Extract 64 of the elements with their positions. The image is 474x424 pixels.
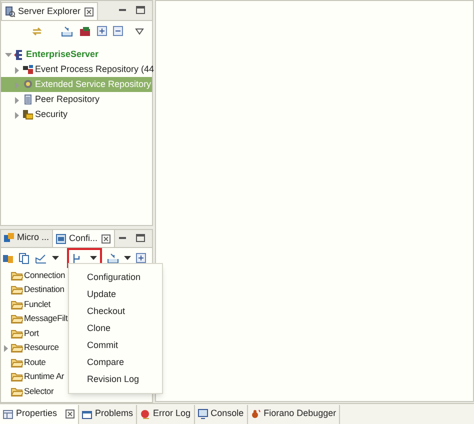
expand-all-icon[interactable] bbox=[136, 253, 146, 263]
maximize-icon[interactable] bbox=[135, 233, 146, 243]
collapse-all-icon[interactable] bbox=[113, 26, 123, 36]
tree-item[interactable]: Runtime Ar bbox=[24, 370, 64, 384]
console-icon bbox=[198, 409, 208, 419]
maximize-icon[interactable] bbox=[135, 5, 146, 15]
tree-item[interactable]: Selector bbox=[24, 384, 54, 398]
tree-item[interactable]: Peer Repository bbox=[35, 92, 100, 106]
folder-icon bbox=[11, 356, 23, 368]
view-tab[interactable]: Server Explorer bbox=[1, 2, 98, 20]
error-icon bbox=[140, 409, 150, 419]
tree-item[interactable]: Route bbox=[24, 356, 46, 369]
caret-icon[interactable] bbox=[90, 256, 97, 260]
folder-icon bbox=[11, 371, 23, 382]
config-icon bbox=[56, 234, 66, 244]
tree-item[interactable]: EnterpriseServer bbox=[26, 48, 99, 62]
caret-icon[interactable] bbox=[124, 256, 131, 260]
expand-arrow-icon[interactable] bbox=[2, 344, 10, 352]
package-icon[interactable] bbox=[79, 26, 91, 36]
view-menu-icon[interactable] bbox=[135, 28, 144, 34]
close-icon[interactable] bbox=[100, 234, 111, 244]
close-icon[interactable] bbox=[65, 409, 76, 419]
tree-item[interactable]: Security bbox=[35, 108, 68, 122]
import-icon[interactable] bbox=[107, 252, 119, 264]
tree-item[interactable]: Resource bbox=[24, 341, 59, 354]
folder-icon bbox=[11, 328, 23, 339]
view-tab[interactable]: Micro ... bbox=[1, 229, 52, 247]
process-icon bbox=[23, 64, 33, 75]
folder-icon bbox=[11, 342, 23, 354]
properties-icon bbox=[3, 409, 13, 419]
view-tab[interactable]: Error Log bbox=[137, 404, 195, 424]
view-tab[interactable]: Confi... bbox=[52, 229, 115, 247]
expand-all-icon[interactable] bbox=[97, 26, 107, 36]
menu-item[interactable]: Commit bbox=[69, 337, 162, 354]
folder-icon bbox=[11, 270, 23, 281]
folder-icon bbox=[11, 313, 23, 324]
tree-item[interactable]: Port bbox=[24, 326, 39, 340]
bundle-icon bbox=[4, 233, 14, 243]
copy-icon[interactable] bbox=[19, 252, 30, 264]
folder-icon bbox=[11, 298, 23, 310]
menu-item[interactable]: Update bbox=[69, 286, 162, 303]
collapse-arrow-icon[interactable] bbox=[4, 50, 12, 58]
tree-item[interactable]: MessageFilt bbox=[24, 312, 68, 326]
caret-icon[interactable] bbox=[52, 256, 59, 260]
chart-icon[interactable] bbox=[35, 252, 47, 264]
window-icon bbox=[82, 409, 92, 419]
view-tab[interactable]: Problems bbox=[79, 404, 138, 424]
menu-item[interactable]: Checkout bbox=[69, 303, 162, 320]
branch-icon[interactable] bbox=[72, 252, 82, 264]
menu-item[interactable]: Compare bbox=[69, 354, 162, 371]
view-tab[interactable]: Properties bbox=[0, 404, 80, 424]
view-tab[interactable]: Fiorano Debugger bbox=[248, 404, 340, 424]
tree-item[interactable]: Event Process Repository (44 bbox=[35, 62, 154, 76]
tree-item[interactable]: Connection bbox=[24, 268, 66, 282]
view-tab[interactable]: Console bbox=[194, 404, 248, 424]
menu-item[interactable]: Configuration bbox=[69, 269, 162, 286]
menu-item[interactable]: Revision Log bbox=[69, 371, 162, 388]
menu-item[interactable]: Clone bbox=[69, 320, 162, 337]
close-icon[interactable] bbox=[84, 6, 94, 16]
tree-item[interactable]: Destination bbox=[24, 283, 64, 296]
folder-icon bbox=[11, 386, 23, 397]
folder-icon bbox=[11, 284, 23, 296]
import-icon[interactable] bbox=[61, 26, 73, 36]
tree-item[interactable]: Funclet bbox=[24, 298, 50, 311]
